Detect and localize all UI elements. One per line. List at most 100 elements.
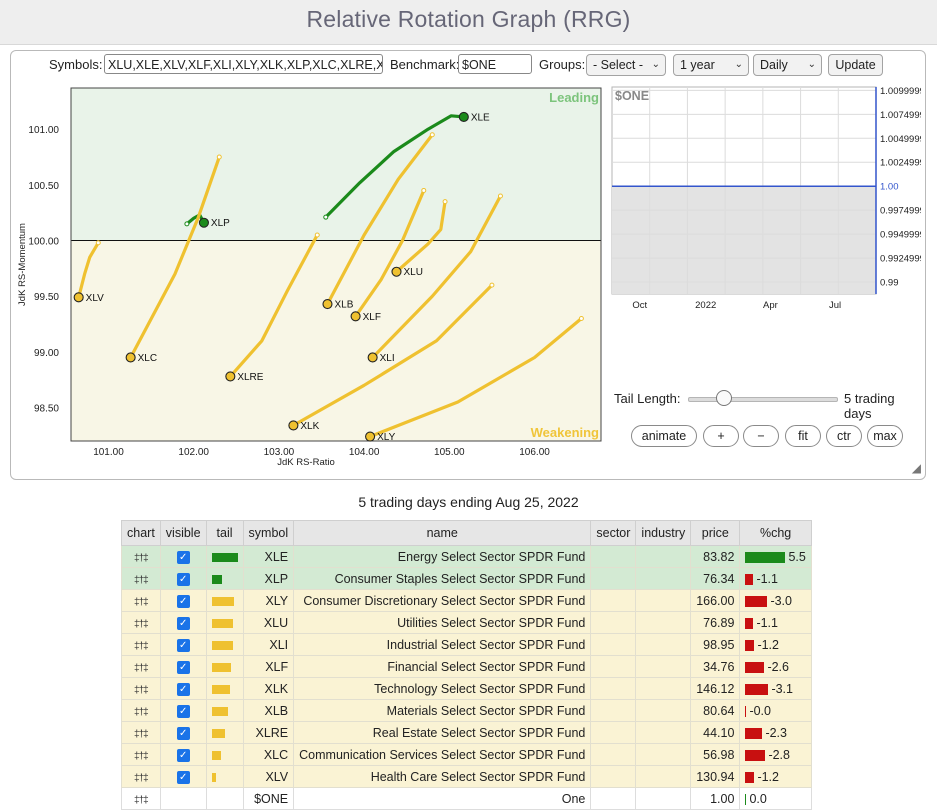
symbol-cell[interactable]: XLV [242,765,295,788]
candlestick-chart-icon[interactable]: ‡†‡ [134,553,149,564]
table-row[interactable]: ‡†‡ $ONE One 1.00 0.0 [121,787,812,810]
chart-cell[interactable]: ‡†‡ [121,743,161,766]
candlestick-chart-icon[interactable]: ‡†‡ [134,729,149,740]
visible-cell[interactable]: ✓ [159,655,207,678]
symbol-cell[interactable]: XLP [242,567,295,590]
column-header-name[interactable]: name [293,520,592,546]
point-xlc[interactable] [125,352,136,363]
point-xli[interactable] [367,352,378,363]
chart-cell[interactable]: ‡†‡ [121,655,161,678]
column-header-tail[interactable]: tail [205,520,244,546]
symbol-cell[interactable]: XLI [242,633,295,656]
chart-cell[interactable]: ‡†‡ [121,765,161,788]
candlestick-chart-icon[interactable]: ‡†‡ [134,685,149,696]
candlestick-chart-icon[interactable]: ‡†‡ [134,619,149,630]
visible-cell[interactable]: ✓ [159,611,207,634]
visible-cell[interactable]: ✓ [159,721,207,744]
period-select[interactable]: 1 year ⌄ [673,54,749,76]
chart-cell[interactable]: ‡†‡ [121,633,161,656]
symbol-cell[interactable]: XLK [242,677,295,700]
table-row[interactable]: ‡†‡ ✓ XLU Utilities Select Sector SPDR Fund… [121,611,812,634]
column-header-chg[interactable]: %chg [739,520,812,546]
chart-cell[interactable]: ‡†‡ [121,787,161,810]
chart-cell[interactable]: ‡†‡ [121,677,161,700]
candlestick-chart-icon[interactable]: ‡†‡ [134,641,149,652]
visible-cell[interactable]: ✓ [159,567,207,590]
visible-cell[interactable]: ✓ [159,677,207,700]
visible-checkbox[interactable]: ✓ [176,616,190,630]
symbol-cell[interactable]: XLC [242,743,295,766]
point-xlu[interactable] [391,266,402,277]
visible-checkbox[interactable]: ✓ [176,638,190,652]
point-xlv[interactable] [73,292,84,303]
visible-checkbox[interactable]: ✓ [176,726,190,740]
point-xle[interactable] [458,111,469,123]
candlestick-chart-icon[interactable]: ‡†‡ [134,663,149,674]
column-header-sector[interactable]: sector [590,520,637,546]
column-header-visible[interactable]: visible [159,520,207,546]
point-xlb[interactable] [322,298,333,310]
visible-checkbox[interactable]: ✓ [176,550,190,564]
visible-checkbox[interactable]: ✓ [176,594,190,608]
visible-checkbox[interactable]: ✓ [176,660,190,674]
chart-cell[interactable]: ‡†‡ [121,699,161,722]
symbol-cell[interactable]: XLU [242,611,295,634]
symbols-input[interactable]: XLU,XLE,XLV,XLF,XLI,XLY,XLK,XLP,XLC,XLRE… [104,54,383,74]
chart-cell[interactable]: ‡†‡ [121,611,161,634]
table-row[interactable]: ‡†‡ ✓ XLY Consumer Discretionary Select Sec… [121,589,812,612]
table-row[interactable]: ‡†‡ ✓ XLP Consumer Staples Select Sector SP… [121,567,812,590]
candlestick-chart-icon[interactable]: ‡†‡ [134,795,149,806]
visible-cell[interactable]: ✓ [159,699,207,722]
candlestick-chart-icon[interactable]: ‡†‡ [134,575,149,586]
table-row[interactable]: ‡†‡ ✓ XLK Technology Select Sector SPDR Fun… [121,677,812,700]
resize-grip-icon[interactable]: ◢ [912,461,921,475]
visible-cell[interactable]: ✓ [159,743,207,766]
visible-checkbox[interactable]: ✓ [176,572,190,586]
max-button[interactable]: max [867,425,903,447]
column-header-industry[interactable]: industry [635,520,692,546]
fit-button[interactable]: fit [785,425,821,447]
point-xlk[interactable] [288,420,299,431]
symbol-cell[interactable]: XLB [242,699,295,722]
candlestick-chart-icon[interactable]: ‡†‡ [134,751,149,762]
point-xlp[interactable] [198,217,209,228]
groups-select[interactable]: - Select - ⌄ [586,54,666,76]
table-row[interactable]: ‡†‡ ✓ XLF Financial Select Sector SPDR Fund… [121,655,812,678]
symbol-cell[interactable]: XLE [242,545,295,568]
candlestick-chart-icon[interactable]: ‡†‡ [134,597,149,608]
point-xlre[interactable] [225,371,236,382]
symbol-cell[interactable]: $ONE [242,787,295,810]
chart-cell[interactable]: ‡†‡ [121,567,161,590]
point-xly[interactable] [365,431,376,442]
frequency-select[interactable]: Daily ⌄ [753,54,822,76]
symbol-cell[interactable]: XLF [242,655,295,678]
zoom-out-button[interactable]: − [743,425,779,447]
visible-checkbox[interactable]: ✓ [176,682,190,696]
candlestick-chart-icon[interactable]: ‡†‡ [134,707,149,718]
animate-button[interactable]: animate [631,425,697,447]
table-row[interactable]: ‡†‡ ✓ XLI Industrial Select Sector SPDR Fun… [121,633,812,656]
table-row[interactable]: ‡†‡ ✓ XLV Health Care Select Sector SPDR Fu… [121,765,812,788]
visible-checkbox[interactable]: ✓ [176,770,190,784]
column-header-price[interactable]: price [690,520,741,546]
symbol-cell[interactable]: XLRE [242,721,295,744]
column-header-chart[interactable]: chart [121,520,161,546]
visible-checkbox[interactable]: ✓ [176,748,190,762]
visible-cell[interactable] [159,787,207,810]
point-xlf[interactable] [350,311,361,322]
table-row[interactable]: ‡†‡ ✓ XLE Energy Select Sector SPDR Fund 83.… [121,545,812,568]
visible-cell[interactable]: ✓ [159,765,207,788]
column-header-symbol[interactable]: symbol [242,520,295,546]
center-button[interactable]: ctr [826,425,862,447]
update-button[interactable]: Update [828,54,883,76]
rrg-chart[interactable]: 101.00 100.50 100.00 99.50 99.00 98.50 101.00… [11,81,611,481]
benchmark-input[interactable]: $ONE [458,54,532,74]
visible-cell[interactable]: ✓ [159,589,207,612]
visible-cell[interactable]: ✓ [159,633,207,656]
tail-length-slider-thumb[interactable] [716,390,732,406]
symbol-cell[interactable]: XLY [242,589,295,612]
tail-length-slider-track[interactable] [688,397,838,402]
table-row[interactable]: ‡†‡ ✓ XLRE Real Estate Select Sector SPDR F… [121,721,812,744]
zoom-in-button[interactable]: + [703,425,739,447]
candlestick-chart-icon[interactable]: ‡†‡ [134,773,149,784]
